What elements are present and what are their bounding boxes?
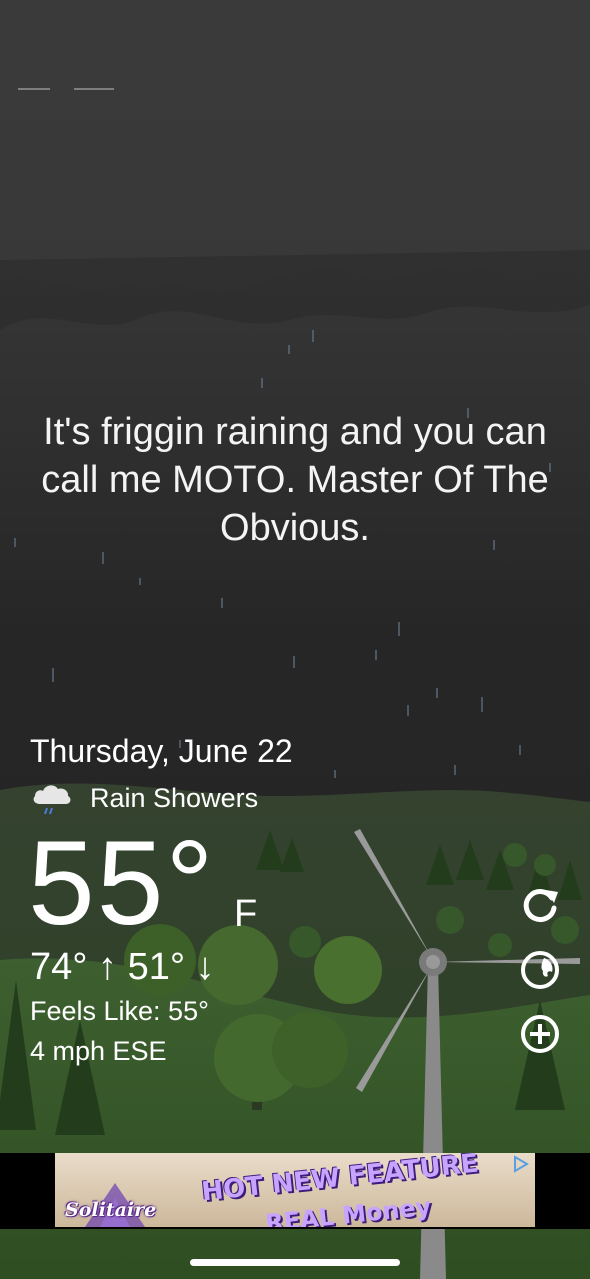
weather-quote: It's friggin raining and you can call me…: [41, 411, 549, 549]
current-temperature: 55°: [28, 816, 216, 950]
home-indicator[interactable]: [190, 1259, 400, 1266]
ad-choices-icon[interactable]: [511, 1155, 529, 1173]
add-location-button[interactable]: [518, 1012, 562, 1056]
radar-globe-icon: [521, 951, 559, 989]
status-bar-mark: [74, 88, 114, 90]
status-bar-mark: [18, 88, 50, 90]
weather-scene: [0, 0, 590, 1279]
refresh-button[interactable]: [518, 884, 562, 928]
add-location-icon: [521, 1015, 559, 1053]
ad-logo: Solitaire: [65, 1199, 157, 1221]
wind-speed: 4 mph ESE: [30, 1036, 167, 1066]
date-label: Thursday, June 22: [30, 733, 293, 769]
refresh-icon: [523, 889, 558, 923]
status-bar: [0, 0, 590, 100]
condition-row: Rain Showers: [30, 778, 258, 818]
radar-button[interactable]: [518, 948, 562, 992]
condition-label: Rain Showers: [90, 782, 259, 813]
high-low-temperature: 74° ↑ 51° ↓: [30, 946, 215, 988]
feels-like: Feels Like: 55°: [30, 996, 209, 1026]
ad-banner[interactable]: Solitaire HOT NEW FEATURE REAL Money: [55, 1153, 535, 1227]
rain-cloud-icon: [33, 785, 71, 815]
temperature-unit: F: [234, 893, 258, 935]
